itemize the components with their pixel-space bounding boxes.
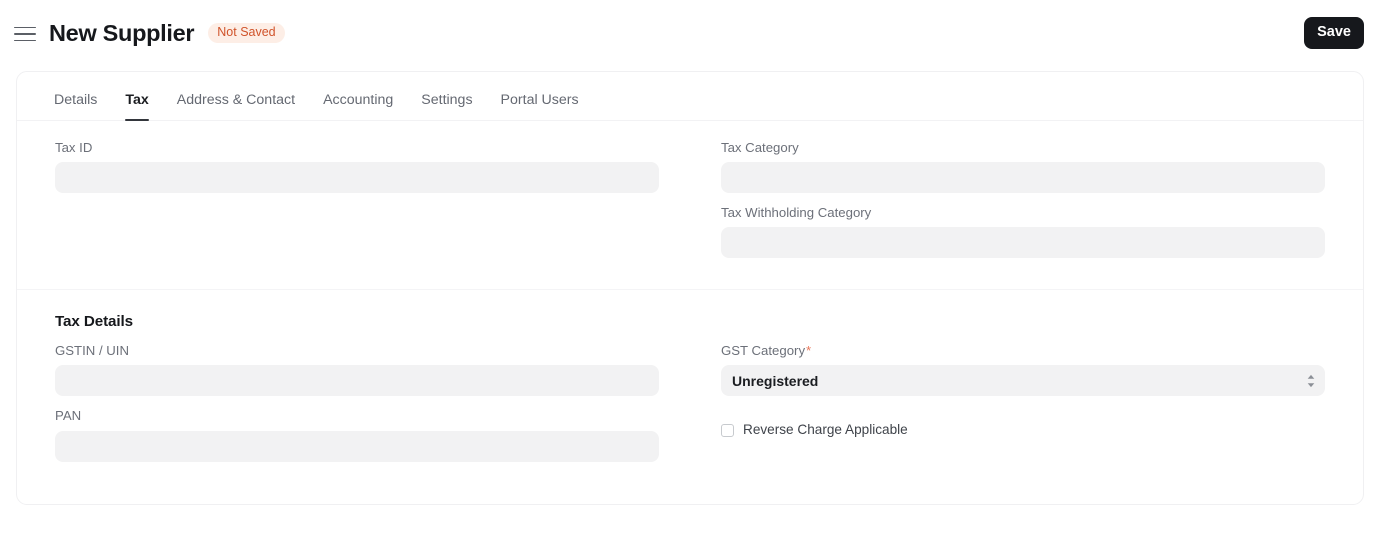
gst-category-selected-value: Unregistered	[732, 372, 819, 389]
field-gstin-uin: GSTIN / UIN	[39, 342, 675, 397]
tab-details[interactable]: Details	[39, 93, 111, 120]
tax-general-section: Tax ID Tax Category Tax Withholding Cate…	[17, 121, 1363, 289]
field-tax-id: Tax ID	[39, 139, 675, 194]
field-tax-category: Tax Category	[705, 139, 1341, 194]
field-gst-category: GST Category* Unregistered	[705, 342, 1341, 397]
tax-general-left-column: Tax ID	[39, 139, 675, 269]
hamburger-line	[14, 26, 36, 29]
tax-id-input[interactable]	[55, 162, 659, 194]
tax-details-right-column: GST Category* Unregistered Reverse Charg…	[705, 342, 1341, 484]
page-title: New Supplier	[49, 19, 195, 46]
save-button[interactable]: Save	[1304, 17, 1364, 49]
tab-address-contact[interactable]: Address & Contact	[163, 93, 309, 120]
status-badge: Not Saved	[208, 22, 285, 44]
supplier-form-card: Details Tax Address & Contact Accounting…	[16, 71, 1364, 506]
hamburger-line	[14, 33, 36, 35]
tab-portal-users[interactable]: Portal Users	[487, 93, 593, 120]
tax-withholding-category-input[interactable]	[721, 227, 1325, 259]
gst-category-select-wrapper: Unregistered	[721, 365, 1325, 397]
field-pan: PAN	[39, 407, 675, 462]
reverse-charge-label[interactable]: Reverse Charge Applicable	[743, 423, 908, 437]
tax-details-heading: Tax Details	[55, 313, 133, 331]
tax-id-label: Tax ID	[55, 140, 93, 155]
tab-accounting[interactable]: Accounting	[309, 93, 407, 120]
reverse-charge-checkbox[interactable]	[721, 423, 734, 437]
tab-tax[interactable]: Tax	[111, 93, 162, 122]
tax-general-right-column: Tax Category Tax Withholding Category	[705, 139, 1341, 269]
tax-category-label: Tax Category	[721, 140, 799, 155]
gstin-uin-label: GSTIN / UIN	[55, 343, 129, 359]
tab-settings[interactable]: Settings	[407, 93, 486, 120]
tax-category-input[interactable]	[721, 162, 1325, 194]
reverse-charge-row[interactable]: Reverse Charge Applicable	[705, 423, 1341, 437]
required-asterisk: *	[806, 343, 812, 359]
tax-details-section: Tax Details GSTIN / UIN PAN GST Category…	[17, 289, 1363, 504]
pan-input[interactable]	[55, 430, 659, 462]
layout-spacer	[705, 437, 1341, 484]
pan-label: PAN	[55, 408, 82, 424]
form-tabs: Details Tax Address & Contact Accounting…	[17, 72, 1363, 122]
hamburger-line	[14, 39, 36, 42]
gstin-uin-input[interactable]	[55, 365, 659, 397]
gst-category-label-text: GST Category	[721, 343, 806, 359]
tax-withholding-category-label: Tax Withholding Category	[721, 205, 872, 221]
hamburger-icon[interactable]	[14, 23, 36, 45]
gst-category-select[interactable]: Unregistered	[721, 365, 1325, 397]
tax-details-left-column: GSTIN / UIN PAN	[39, 342, 675, 484]
gst-category-label: GST Category*	[721, 342, 1325, 359]
field-tax-withholding-category: Tax Withholding Category	[705, 204, 1341, 259]
app-header: New Supplier Not Saved Save	[0, 0, 1380, 66]
